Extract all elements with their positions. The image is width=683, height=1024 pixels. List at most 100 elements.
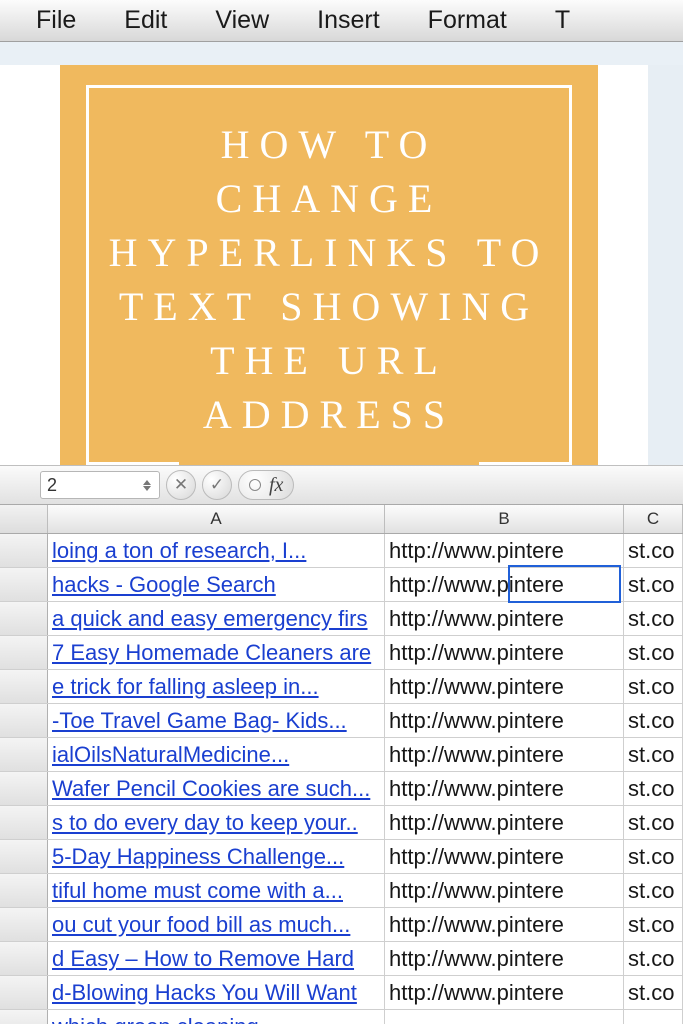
table-row: 7 Easy Homemade Cleaners arehttp://www.p… — [0, 636, 683, 670]
menu-format[interactable]: Format — [428, 6, 507, 35]
row-header[interactable] — [0, 772, 48, 805]
fx-button[interactable]: fx — [238, 470, 294, 500]
cell-b[interactable] — [385, 1010, 624, 1024]
row-header[interactable] — [0, 534, 48, 567]
circle-icon — [249, 479, 261, 491]
cell-c[interactable]: st.co — [624, 534, 683, 567]
column-header-b[interactable]: B — [385, 505, 624, 533]
cell-c[interactable]: st.co — [624, 806, 683, 839]
cell-a[interactable]: a quick and easy emergency firs — [48, 602, 385, 635]
menu-insert[interactable]: Insert — [317, 6, 380, 35]
row-header[interactable] — [0, 874, 48, 907]
table-row: d-Blowing Hacks You Will Wanthttp://www.… — [0, 976, 683, 1010]
row-header[interactable] — [0, 602, 48, 635]
table-row: Wafer Pencil Cookies are such...http://w… — [0, 772, 683, 806]
menu-edit[interactable]: Edit — [124, 6, 167, 35]
cell-b[interactable]: http://www.pintere — [385, 942, 624, 975]
cell-c[interactable]: st.co — [624, 602, 683, 635]
menu-tools-cut[interactable]: T — [555, 6, 570, 35]
cell-b[interactable]: http://www.pintere — [385, 636, 624, 669]
table-row: a quick and easy emergency firshttp://ww… — [0, 602, 683, 636]
cell-c[interactable]: st.co — [624, 738, 683, 771]
table-row: s to do every day to keep your..http://w… — [0, 806, 683, 840]
menu-file[interactable]: File — [36, 6, 76, 35]
row-header[interactable] — [0, 568, 48, 601]
cell-b[interactable]: http://www.pintere — [385, 704, 624, 737]
cell-c[interactable] — [624, 1010, 683, 1024]
row-header[interactable] — [0, 670, 48, 703]
row-header[interactable] — [0, 976, 48, 1009]
hero-left-margin — [0, 65, 60, 465]
cell-c[interactable]: st.co — [624, 670, 683, 703]
page-right-gutter — [648, 65, 683, 505]
cell-c[interactable]: st.co — [624, 704, 683, 737]
cell-c[interactable]: st.co — [624, 942, 683, 975]
cell-c[interactable]: st.co — [624, 874, 683, 907]
cell-b[interactable]: http://www.pintere — [385, 840, 624, 873]
cancel-button[interactable]: ✕ — [166, 470, 196, 500]
cell-b[interactable]: http://www.pintere — [385, 534, 624, 567]
table-row: hacks - Google Searchhttp://www.pinteres… — [0, 568, 683, 602]
cell-a[interactable]: d-Blowing Hacks You Will Want — [48, 976, 385, 1009]
cell-b[interactable]: http://www.pintere — [385, 670, 624, 703]
cell-a[interactable]: s to do every day to keep your.. — [48, 806, 385, 839]
column-header-row: A B C — [0, 505, 683, 534]
table-row: e trick for falling asleep in...http://w… — [0, 670, 683, 704]
cell-a[interactable]: e trick for falling asleep in... — [48, 670, 385, 703]
hero-right-margin — [598, 65, 648, 465]
row-header[interactable] — [0, 704, 48, 737]
cell-a[interactable]: tiful home must come with a... — [48, 874, 385, 907]
toolbar-gap — [0, 42, 683, 65]
cell-b[interactable]: http://www.pintere — [385, 976, 624, 1009]
cell-c[interactable]: st.co — [624, 908, 683, 941]
column-header-a[interactable]: A — [48, 505, 385, 533]
row-header[interactable] — [0, 738, 48, 771]
cell-b[interactable]: http://www.pintere — [385, 806, 624, 839]
cell-c[interactable]: st.co — [624, 976, 683, 1009]
row-header[interactable] — [0, 1010, 48, 1024]
cell-a[interactable]: ialOilsNaturalMedicine... — [48, 738, 385, 771]
confirm-button[interactable]: ✓ — [202, 470, 232, 500]
cell-b[interactable]: http://www.pintere — [385, 772, 624, 805]
cell-a[interactable]: Wafer Pencil Cookies are such... — [48, 772, 385, 805]
cell-c[interactable]: st.co — [624, 840, 683, 873]
name-box-stepper[interactable] — [141, 480, 153, 491]
spreadsheet-grid: loing a ton of research, I...http://www.… — [0, 534, 683, 1024]
cell-b[interactable]: http://www.pintere — [385, 874, 624, 907]
cell-a[interactable]: d Easy – How to Remove Hard — [48, 942, 385, 975]
close-icon: ✕ — [174, 475, 188, 495]
cell-a[interactable]: loing a ton of research, I... — [48, 534, 385, 567]
row-header[interactable] — [0, 908, 48, 941]
row-header[interactable] — [0, 840, 48, 873]
cell-a[interactable]: which green cleaning — [48, 1010, 385, 1024]
cell-b[interactable]: http://www.pintere — [385, 738, 624, 771]
cell-c[interactable]: st.co — [624, 636, 683, 669]
select-all-corner[interactable] — [0, 505, 48, 533]
column-header-c[interactable]: C — [624, 505, 683, 533]
chevron-down-icon — [143, 486, 151, 491]
name-box[interactable]: 2 — [40, 471, 160, 499]
table-row: ialOilsNaturalMedicine...http://www.pint… — [0, 738, 683, 772]
row-header[interactable] — [0, 942, 48, 975]
table-row: which green cleaning — [0, 1010, 683, 1024]
cell-a[interactable]: 5-Day Happiness Challenge... — [48, 840, 385, 873]
check-icon: ✓ — [210, 475, 224, 495]
hero-border: HOW TO CHANGE HYPERLINKS TO TEXT SHOWING… — [86, 85, 572, 465]
cell-c[interactable]: st.co — [624, 568, 683, 601]
cell-b[interactable]: http://www.pintere — [385, 602, 624, 635]
cell-b[interactable]: http://www.pintere — [385, 908, 624, 941]
row-header[interactable] — [0, 636, 48, 669]
table-row: d Easy – How to Remove Hardhttp://www.pi… — [0, 942, 683, 976]
cell-c[interactable]: st.co — [624, 772, 683, 805]
table-row: 5-Day Happiness Challenge...http://www.p… — [0, 840, 683, 874]
cell-a[interactable]: hacks - Google Search — [48, 568, 385, 601]
table-row: ou cut your food bill as much...http://w… — [0, 908, 683, 942]
menu-view[interactable]: View — [215, 6, 269, 35]
cell-a[interactable]: -Toe Travel Game Bag- Kids... — [48, 704, 385, 737]
hero-title: HOW TO CHANGE HYPERLINKS TO TEXT SHOWING… — [89, 88, 569, 442]
cell-a[interactable]: 7 Easy Homemade Cleaners are — [48, 636, 385, 669]
cell-b[interactable]: http://www.pintere — [385, 568, 624, 601]
row-header[interactable] — [0, 806, 48, 839]
cell-a[interactable]: ou cut your food bill as much... — [48, 908, 385, 941]
fx-label: fx — [269, 474, 283, 497]
